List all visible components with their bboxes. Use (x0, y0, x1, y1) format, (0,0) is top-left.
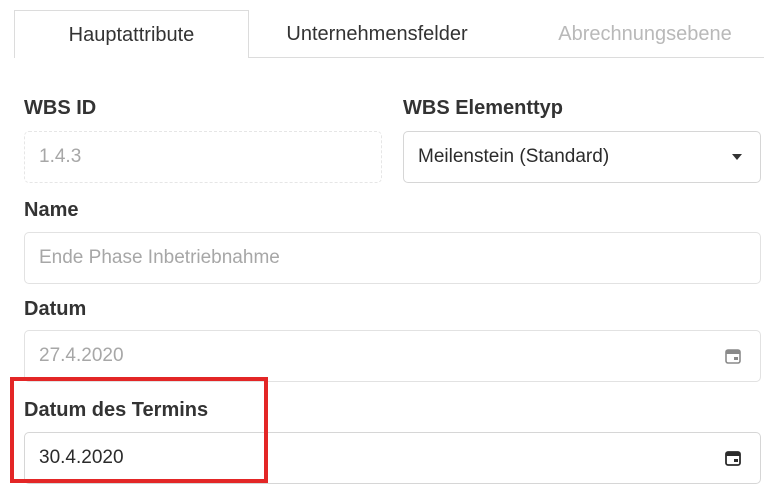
date-field[interactable]: 27.4.2020 (24, 330, 761, 382)
calendar-icon[interactable] (724, 449, 742, 467)
wbs-type-value: Meilenstein (Standard) (418, 146, 610, 167)
date-value: 27.4.2020 (39, 345, 124, 366)
date-label: Datum (24, 298, 87, 320)
wbs-id-label: WBS ID (24, 97, 97, 119)
tab-bar: Hauptattribute Unternehmensfelder Abrech… (0, 0, 764, 58)
tab-bar-divider (248, 57, 764, 58)
tab-abrechnungsebene[interactable]: Abrechnungsebene (520, 10, 764, 58)
chevron-down-icon (732, 154, 742, 160)
name-label: Name (24, 199, 79, 221)
highlight-annotation-box (10, 377, 268, 483)
wbs-id-value: 1.4.3 (39, 146, 82, 167)
name-value: Ende Phase Inbetriebnahme (39, 247, 280, 268)
tab-unternehmensfelder[interactable]: Unternehmensfelder (249, 10, 505, 58)
wbs-id-field: 1.4.3 (24, 131, 382, 183)
tab-hauptattribute[interactable]: Hauptattribute (14, 10, 249, 58)
wbs-type-label: WBS Elementtyp (403, 97, 564, 119)
calendar-icon[interactable] (724, 347, 742, 365)
wbs-type-select[interactable]: Meilenstein (Standard) (403, 131, 761, 183)
name-field[interactable]: Ende Phase Inbetriebnahme (24, 232, 761, 284)
